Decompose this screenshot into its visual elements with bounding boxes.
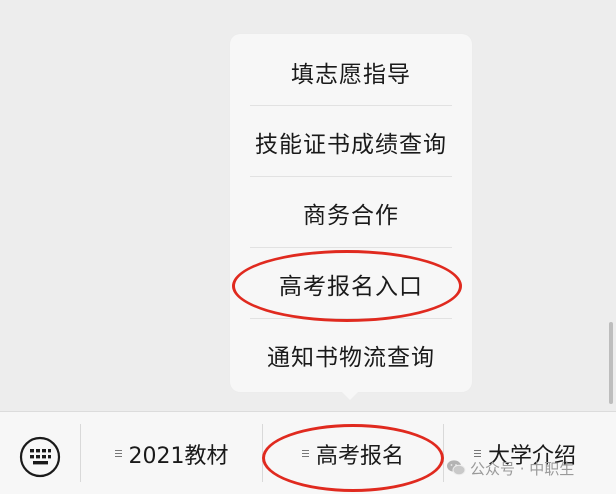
bottom-menu-item-label: 高考报名: [315, 443, 404, 469]
submenu-item-certificate-query[interactable]: 技能证书成绩查询: [230, 106, 472, 177]
bottom-menu-bar: 2021教材 高考报名 大学介绍: [0, 411, 616, 494]
submenu-indicator-icon: [114, 448, 122, 459]
submenu-popup: 填志愿指导 技能证书成绩查询 商务合作 高考报名入口 通知书物流查询: [230, 34, 472, 392]
submenu-item-volunteer-guide[interactable]: 填志愿指导: [230, 36, 472, 107]
submenu-indicator-icon: [301, 448, 309, 459]
watermark: 公众号 · 中职生: [446, 455, 574, 481]
wechat-menu-screen: 填志愿指导 技能证书成绩查询 商务合作 高考报名入口 通知书物流查询 2021教…: [0, 0, 616, 494]
submenu-item-exam-registration[interactable]: 高考报名入口: [230, 248, 472, 319]
keyboard-toggle-button[interactable]: [18, 435, 62, 479]
wechat-icon: [447, 460, 466, 476]
submenu-item-logistics-query[interactable]: 通知书物流查询: [230, 319, 472, 390]
submenu-item-business[interactable]: 商务合作: [230, 177, 472, 248]
bottom-menu-item-university-intro[interactable]: 大学介绍: [444, 412, 616, 494]
keyboard-icon: [19, 436, 61, 478]
scrollbar[interactable]: [609, 322, 613, 404]
bottom-menu-item-label: 2021教材: [128, 443, 229, 469]
submenu-pointer: [340, 390, 360, 400]
watermark-text: 公众号 · 中职生: [470, 459, 575, 478]
bottom-menu-item-textbook[interactable]: 2021教材: [81, 412, 262, 494]
bottom-menu-item-exam-registration[interactable]: 高考报名: [263, 412, 443, 494]
